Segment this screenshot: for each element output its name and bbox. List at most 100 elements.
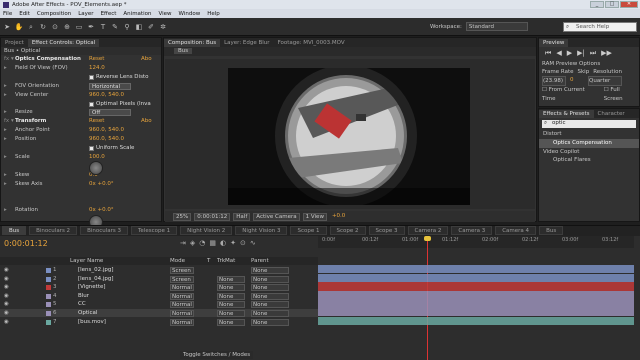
full-screen-checkbox[interactable]: ☐ Full Screen xyxy=(604,86,639,104)
angle-dial[interactable] xyxy=(89,161,103,175)
tab-footage[interactable]: Footage: MVI_0003.MOV xyxy=(274,39,349,47)
twirl-icon[interactable]: ▸ xyxy=(4,126,7,135)
effect-property-row[interactable] xyxy=(1,162,159,171)
time-indicator-head[interactable] xyxy=(424,236,431,241)
layer-duration-bar[interactable] xyxy=(318,290,634,300)
ram-preview-icon[interactable]: ▶▶ xyxy=(601,49,612,58)
eraser-tool-icon[interactable]: ◧ xyxy=(134,21,144,33)
label-color-swatch[interactable] xyxy=(46,293,51,299)
about-link[interactable]: Abo xyxy=(141,55,152,64)
property-value[interactable]: Reset xyxy=(89,117,104,126)
layer-duration-bar[interactable] xyxy=(318,273,634,282)
resolution-dropdown-preview[interactable]: Quarter xyxy=(588,76,622,86)
effect-property-row[interactable]: ▸ Anchor Point 960.0, 540.0 xyxy=(1,126,159,135)
parent-dropdown[interactable]: None xyxy=(251,318,289,326)
layer-name[interactable]: [lens_02.jpg] xyxy=(78,266,114,274)
twirl-icon[interactable]: fx ▾ xyxy=(4,55,14,64)
twirl-icon[interactable]: ▸ xyxy=(4,64,7,73)
mask-tool-icon[interactable]: ▭ xyxy=(74,21,84,33)
label-color-swatch[interactable] xyxy=(46,268,51,273)
twirl-icon[interactable]: ▸ xyxy=(4,91,7,100)
menu-animation[interactable]: Animation xyxy=(123,11,151,17)
frame-blending-icon[interactable]: ▦ xyxy=(209,239,216,247)
skip-value[interactable]: 0 xyxy=(570,76,584,86)
layer-row[interactable]: ◉ 6 Optical Normal None None xyxy=(0,309,318,318)
blend-mode-dropdown[interactable]: Normal xyxy=(170,292,194,300)
effect-property-row[interactable]: ▸ View Center 960.0, 540.0 xyxy=(1,91,159,100)
layer-name[interactable]: [bus.mov] xyxy=(78,318,106,326)
minimize-button[interactable]: _ xyxy=(590,1,604,8)
blend-mode-dropdown[interactable]: Normal xyxy=(170,284,194,292)
clone-tool-icon[interactable]: ⚲ xyxy=(122,21,132,33)
timeline-tab[interactable]: Camera 4 xyxy=(495,226,537,235)
track-matte-dropdown[interactable]: None xyxy=(217,284,245,292)
label-color-swatch[interactable] xyxy=(46,311,51,316)
property-value[interactable]: 124.0 xyxy=(89,64,105,73)
layer-name[interactable]: [lens_04.jpg] xyxy=(78,275,114,283)
layer-name[interactable]: [Vignette] xyxy=(78,283,106,291)
property-checkbox[interactable] xyxy=(89,146,94,151)
ram-preview-options[interactable]: RAM Preview Options xyxy=(539,60,639,68)
parent-dropdown[interactable]: None xyxy=(251,310,289,317)
twirl-icon[interactable]: fx ▾ xyxy=(4,117,14,126)
about-link[interactable]: Abo xyxy=(141,117,152,126)
visibility-eye-icon[interactable]: ◉ xyxy=(4,300,9,308)
property-dropdown[interactable]: Off xyxy=(89,109,131,117)
draft-3d-icon[interactable]: ◈ xyxy=(190,239,195,247)
menu-view[interactable]: View xyxy=(158,11,171,17)
parent-dropdown[interactable]: None xyxy=(251,301,289,309)
track-matte-dropdown[interactable]: None xyxy=(217,275,245,283)
effect-property-row[interactable]: ▸ Position 960.0, 540.0 xyxy=(1,135,159,144)
effect-property-row[interactable] xyxy=(1,189,159,198)
blend-mode-dropdown[interactable]: Screen xyxy=(170,275,194,283)
tab-character[interactable]: Character xyxy=(594,110,629,118)
track-matte-dropdown[interactable]: None xyxy=(217,318,245,326)
trkmat-header[interactable]: TrkMat xyxy=(217,257,235,265)
parent-dropdown[interactable]: None xyxy=(251,284,289,292)
camera-view-dropdown[interactable]: Active Camera xyxy=(253,212,300,221)
timeline-tab[interactable]: Camera 3 xyxy=(451,226,493,235)
menu-help[interactable]: Help xyxy=(207,11,220,17)
graph-editor-icon[interactable]: ∿ xyxy=(250,239,256,247)
layer-duration-bar[interactable] xyxy=(318,265,634,274)
label-color-swatch[interactable] xyxy=(46,276,51,282)
comp-name-tab[interactable]: Bus xyxy=(174,48,193,54)
timeline-tab[interactable]: Telescope 1 xyxy=(131,226,178,235)
timeline-tab[interactable]: Camera 2 xyxy=(407,226,449,235)
timeline-tab[interactable]: Bus xyxy=(2,226,27,235)
effect-property-row[interactable]: ▸ Rotation 0x +0.0° xyxy=(1,206,159,215)
next-frame-icon[interactable]: ▶| xyxy=(577,49,585,58)
search-help-input[interactable]: ⌕ Search Help xyxy=(563,22,637,32)
tab-preview[interactable]: Preview xyxy=(539,39,569,47)
visibility-eye-icon[interactable]: ◉ xyxy=(4,292,9,300)
timeline-tab[interactable]: Night Vision 2 xyxy=(180,226,233,235)
parent-dropdown[interactable]: None xyxy=(251,275,289,283)
view-layout-dropdown[interactable]: 1 View xyxy=(302,212,327,221)
tab-project[interactable]: Project xyxy=(1,39,28,47)
effects-tree-item[interactable]: Video Copilot xyxy=(539,148,639,157)
magnification-dropdown[interactable]: 25% xyxy=(173,212,192,221)
layer-row[interactable]: ◉ 7 [bus.mov] Normal None None xyxy=(0,318,318,326)
layer-row[interactable]: ◉ 2 [lens_04.jpg] Screen None None xyxy=(0,275,318,283)
from-current-checkbox[interactable]: ☐ From Current Time xyxy=(542,86,598,104)
visibility-eye-icon[interactable]: ◉ xyxy=(4,283,9,291)
layer-name[interactable]: CC xyxy=(78,300,86,308)
property-value[interactable]: 960.0, 540.0 xyxy=(89,135,124,144)
layer-row[interactable]: ◉ 5 CC Normal None None xyxy=(0,300,318,309)
toggle-switches-modes-button[interactable]: Toggle Switches / Modes xyxy=(180,351,254,359)
menu-effect[interactable]: Effect xyxy=(101,11,117,17)
tab-effects-presets[interactable]: Effects & Presets xyxy=(539,110,594,118)
layer-name-header[interactable]: Layer Name xyxy=(70,257,103,265)
effect-property-row[interactable]: Optimal Pixels (Inva xyxy=(1,100,159,109)
current-time-display[interactable]: 0:00:01:12 xyxy=(194,212,231,221)
menu-composition[interactable]: Composition xyxy=(37,11,71,17)
timeline-tab[interactable]: Binoculars 2 xyxy=(29,226,78,235)
property-value[interactable]: 960.0, 540.0 xyxy=(89,126,124,135)
track-matte-dropdown[interactable]: None xyxy=(217,310,245,317)
blend-mode-dropdown[interactable]: Normal xyxy=(170,301,194,309)
twirl-icon[interactable]: ▸ xyxy=(4,135,7,144)
exposure-value[interactable]: +0.0 xyxy=(330,213,347,221)
last-frame-icon[interactable]: ⏭ xyxy=(590,49,596,58)
visibility-eye-icon[interactable]: ◉ xyxy=(4,266,9,274)
property-checkbox[interactable] xyxy=(89,101,94,107)
